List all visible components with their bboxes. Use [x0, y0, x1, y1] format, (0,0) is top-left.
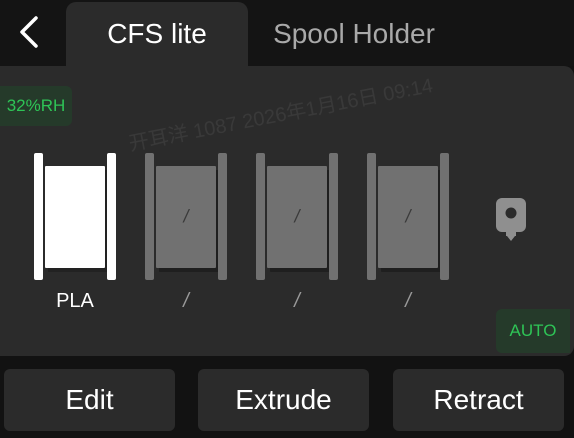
- tab-bar: CFS lite Spool Holder: [0, 0, 574, 66]
- spool-flange-right: [218, 153, 227, 280]
- spool-core-label: /: [405, 206, 411, 227]
- tab-cfs-lite[interactable]: CFS lite: [66, 2, 248, 66]
- auto-mode-badge[interactable]: AUTO: [496, 309, 570, 353]
- slot-1-filament-label: PLA: [56, 290, 94, 312]
- tab-cfs-lite-label: CFS lite: [107, 18, 207, 49]
- spool-flange-left: [256, 153, 265, 280]
- tab-spool-holder[interactable]: Spool Holder: [248, 2, 460, 66]
- spool-core-label: /: [294, 206, 300, 227]
- spool-flange-left: [367, 153, 376, 280]
- extruder-button[interactable]: [494, 196, 528, 242]
- spool-slot-4[interactable]: /: [367, 153, 449, 281]
- auto-mode-label: AUTO: [509, 321, 557, 340]
- extrude-button[interactable]: Extrude: [198, 369, 369, 431]
- slot-2-filament-label: /: [183, 290, 189, 312]
- spool-core: [45, 166, 105, 268]
- spool-core-label: /: [183, 206, 189, 227]
- spool-flange-left: [34, 153, 43, 280]
- spool-flange-right: [107, 153, 116, 280]
- edit-button[interactable]: Edit: [4, 369, 175, 431]
- tab-spool-holder-label: Spool Holder: [273, 18, 435, 49]
- back-button[interactable]: [0, 0, 58, 64]
- spool-core: /: [156, 166, 216, 268]
- spool-slot-1[interactable]: [34, 153, 116, 281]
- retract-button[interactable]: Retract: [393, 369, 564, 431]
- retract-button-label: Retract: [433, 384, 524, 415]
- slot-4-filament-label: /: [405, 290, 411, 312]
- spool-slot-3[interactable]: /: [256, 153, 338, 281]
- spool-core: /: [267, 166, 327, 268]
- spool-core: /: [378, 166, 438, 268]
- spool-slot-2[interactable]: /: [145, 153, 227, 281]
- extrude-button-label: Extrude: [235, 384, 332, 415]
- chevron-left-icon: [20, 16, 38, 48]
- humidity-value: 32%RH: [6, 96, 66, 115]
- edit-button-label: Edit: [65, 384, 114, 415]
- slot-3-filament-label: /: [294, 290, 300, 312]
- extruder-icon: [496, 198, 526, 241]
- spool-flange-right: [329, 153, 338, 280]
- spool-flange-right: [440, 153, 449, 280]
- spool-flange-left: [145, 153, 154, 280]
- humidity-badge: 32%RH: [0, 86, 72, 126]
